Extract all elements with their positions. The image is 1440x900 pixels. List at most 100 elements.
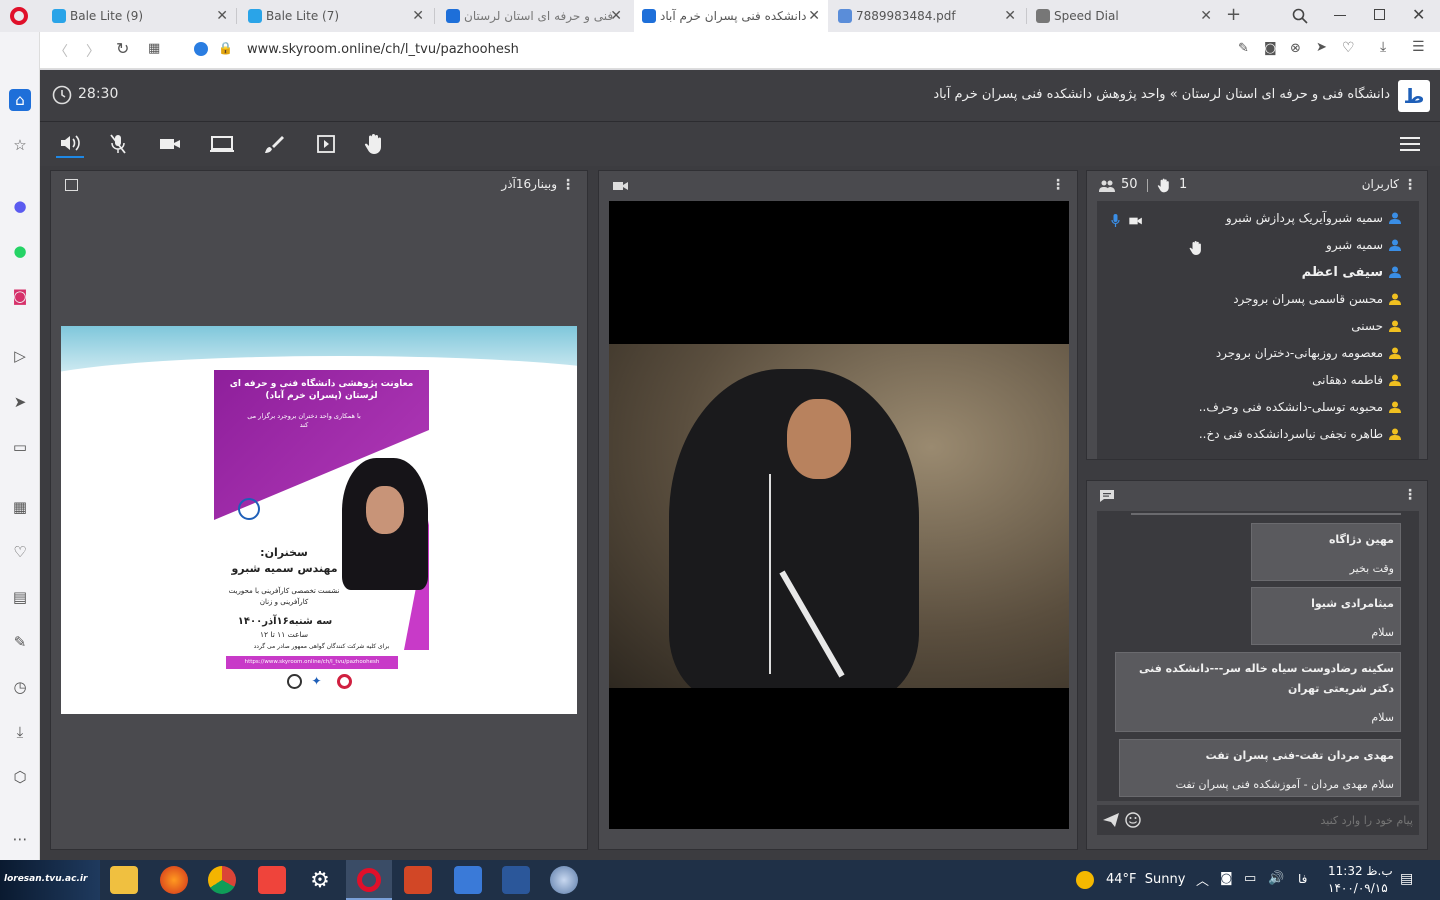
tab-daneshkade[interactable]: دانشکده فنی پسران خرم آباد ✕: [634, 0, 828, 32]
poster-link[interactable]: https://www.skyroom.online/ch/l_tvu/pazh…: [226, 656, 398, 669]
close-window-button[interactable]: ✕: [1412, 5, 1425, 24]
tab-tvu-lorestan[interactable]: فنی و حرفه ای استان لرستان ✕: [438, 0, 630, 32]
weather-icon[interactable]: [1076, 871, 1094, 889]
close-icon[interactable]: ✕: [610, 8, 622, 24]
news-icon[interactable]: ▤: [10, 587, 30, 607]
main-menu-button[interactable]: [1396, 130, 1424, 158]
heart-icon[interactable]: ♡: [1342, 40, 1355, 56]
media-button[interactable]: [312, 130, 340, 158]
tab-bale-lite-9[interactable]: Bale Lite (9) ✕: [44, 0, 236, 32]
tab-bale-lite-7[interactable]: Bale Lite (7) ✕: [240, 0, 432, 32]
network-icon[interactable]: ▭: [1244, 871, 1256, 886]
tab-pdf[interactable]: 7889983484.pdf ✕: [830, 0, 1024, 32]
user-row[interactable]: معصومه روزبهانی-دختران بروجرد: [1216, 342, 1401, 364]
globe-icon[interactable]: [550, 866, 578, 894]
user-row[interactable]: فاطمه دهقانی: [1312, 369, 1401, 391]
back-button[interactable]: 〈: [54, 41, 68, 61]
chevron-up-icon[interactable]: ︿: [1196, 870, 1209, 889]
users-label: کاربران: [1361, 177, 1399, 191]
more-vertical-icon[interactable]: ⋮: [561, 177, 575, 193]
close-icon[interactable]: ✕: [808, 8, 820, 24]
home-icon[interactable]: ⌂: [9, 89, 31, 111]
camera-button[interactable]: [156, 130, 184, 158]
extensions-icon[interactable]: ⬡: [10, 767, 30, 787]
more-vertical-icon[interactable]: ⋮: [1403, 177, 1417, 193]
search-icon[interactable]: [1292, 8, 1308, 24]
adblock-icon[interactable]: ⊗: [1290, 41, 1301, 56]
history-icon[interactable]: ◷: [10, 677, 30, 697]
volume-icon[interactable]: 🔊: [1268, 871, 1284, 886]
more-icon[interactable]: ⋯: [10, 829, 30, 849]
speaker-button[interactable]: [56, 130, 84, 158]
tvu-icon: [446, 9, 460, 23]
clock-time[interactable]: 11:32 ب.ظ: [1328, 864, 1393, 878]
firefox-icon[interactable]: [160, 866, 188, 894]
whatsapp-icon[interactable]: ●: [10, 241, 30, 261]
vpn-icon[interactable]: [194, 42, 208, 56]
opera-logo-icon[interactable]: [10, 7, 28, 25]
user-row[interactable]: سمیه شبرو: [1326, 234, 1401, 256]
settings-icon[interactable]: ⚙: [306, 866, 334, 894]
close-icon[interactable]: ✕: [216, 8, 228, 24]
edit-icon[interactable]: ✎: [1238, 41, 1249, 56]
notifications-icon[interactable]: ▤: [1400, 871, 1413, 887]
whiteboard-button[interactable]: [260, 130, 288, 158]
chrome-icon[interactable]: [208, 866, 236, 894]
user-row[interactable]: سیفی اعظم: [1302, 261, 1401, 283]
wallet-icon[interactable]: ▭: [10, 437, 30, 457]
meet-icon[interactable]: ◙: [1220, 871, 1233, 886]
opera-icon[interactable]: [346, 860, 392, 900]
chat-message: میثامرادی شیوا سلام: [1251, 587, 1401, 645]
star-icon[interactable]: ☆: [10, 135, 30, 155]
apps-icon[interactable]: ▦: [10, 497, 30, 517]
user-row[interactable]: محسن قاسمی پسران بروجرد: [1233, 288, 1401, 310]
restore-button[interactable]: [1374, 9, 1385, 20]
url-input[interactable]: www.skyroom.online/ch/l_tvu/pazhoohesh: [247, 42, 519, 57]
reload-button[interactable]: ↻: [116, 39, 129, 58]
messenger-icon[interactable]: ●: [10, 196, 30, 216]
mic-button[interactable]: [104, 130, 132, 158]
language-indicator[interactable]: فا: [1298, 872, 1307, 886]
new-tab-button[interactable]: +: [1226, 4, 1241, 25]
tabs-grid-icon[interactable]: ▦: [148, 41, 160, 56]
edit-icon[interactable]: ✎: [10, 632, 30, 652]
close-icon[interactable]: ✕: [1200, 8, 1212, 24]
emoji-icon[interactable]: [1125, 812, 1141, 828]
start-logo[interactable]: loresan.tvu.ac.ir: [0, 860, 100, 900]
download-icon[interactable]: ⤓: [10, 722, 30, 742]
file-explorer-icon[interactable]: [110, 866, 138, 894]
anydesk-icon[interactable]: [258, 866, 286, 894]
camera-icon[interactable]: ◙: [1264, 41, 1277, 56]
raise-hand-button[interactable]: [360, 130, 388, 158]
weather-text[interactable]: 44°F Sunny: [1106, 872, 1185, 887]
screen-share-button[interactable]: [208, 130, 236, 158]
forward-button[interactable]: 〉: [86, 41, 100, 61]
close-icon[interactable]: ✕: [412, 8, 424, 24]
player-icon[interactable]: ▷: [10, 346, 30, 366]
fullscreen-icon[interactable]: [65, 179, 78, 191]
bale-icon: [52, 9, 66, 23]
heart-icon[interactable]: ♡: [10, 542, 30, 562]
send-icon[interactable]: ➤: [10, 392, 30, 412]
close-icon[interactable]: ✕: [1004, 8, 1016, 24]
clock-date[interactable]: ۱۴۰۰/۰۹/۱۵: [1328, 881, 1388, 895]
raised-hand-icon[interactable]: [1189, 240, 1203, 256]
user-row[interactable]: طاهره نجفی نیاسردانشکده فنی دخ..: [1199, 423, 1401, 445]
video-feed[interactable]: [609, 201, 1069, 829]
menu-icon[interactable]: ☰: [1412, 39, 1425, 55]
tab-speed-dial[interactable]: Speed Dial ✕: [1028, 0, 1220, 32]
send-icon[interactable]: [1103, 813, 1119, 827]
instagram-icon[interactable]: ◙: [10, 286, 30, 306]
chat-input[interactable]: [1149, 810, 1413, 830]
user-row[interactable]: محبوبه توسلی-دانشکده فنی وحرف..: [1199, 396, 1401, 418]
powerpoint-icon[interactable]: [404, 866, 432, 894]
photos-icon[interactable]: [454, 866, 482, 894]
more-vertical-icon[interactable]: ⋮: [1403, 487, 1417, 503]
minimize-button[interactable]: [1334, 15, 1346, 16]
download-icon[interactable]: ⤓: [1380, 39, 1386, 55]
user-row[interactable]: سمیه شبروآیریک پردازش شبرو: [1226, 207, 1401, 229]
user-row[interactable]: حسنی: [1351, 315, 1401, 337]
more-vertical-icon[interactable]: ⋮: [1051, 177, 1065, 193]
word-icon[interactable]: [502, 866, 530, 894]
send-icon[interactable]: ➤: [1316, 40, 1327, 55]
